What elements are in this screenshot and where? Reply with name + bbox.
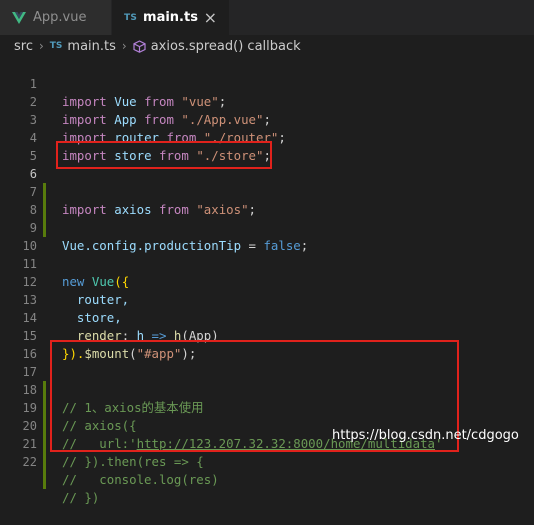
cube-icon bbox=[133, 39, 146, 53]
code-line: 3 import router from "./router"; bbox=[0, 93, 534, 145]
breadcrumb-folder[interactable]: src bbox=[14, 39, 33, 54]
code-line: 15 }).$mount("#app"); bbox=[0, 309, 534, 361]
watermark: https://blog.csdn.net/cdgogo bbox=[332, 428, 519, 443]
breadcrumb-file[interactable]: main.ts bbox=[67, 39, 115, 54]
highlight-box bbox=[56, 141, 272, 169]
code-line: 14 render: h => h(App) bbox=[0, 291, 534, 343]
comment: // }) bbox=[62, 490, 100, 505]
tab-bar-empty-area bbox=[230, 0, 534, 35]
line-number: 22 bbox=[22, 455, 37, 469]
git-added-marker[interactable] bbox=[43, 453, 46, 471]
code-line: 11 new Vue({ bbox=[0, 237, 534, 289]
code-line: 2 import App from "./App.vue"; bbox=[0, 75, 534, 127]
tab-app-vue[interactable]: App.vue bbox=[0, 0, 112, 35]
code-line: 10 bbox=[0, 219, 534, 253]
tab-label: main.ts bbox=[143, 10, 198, 25]
ts-icon: TS bbox=[124, 12, 138, 23]
code-line: 4 import store from "./store"; bbox=[0, 111, 534, 163]
breadcrumb: src › TS main.ts › axios.spread() callba… bbox=[0, 35, 534, 57]
vue-icon bbox=[12, 11, 26, 24]
comment: // console.log(res) bbox=[62, 472, 219, 487]
code-line: 13 store, bbox=[0, 273, 534, 325]
code-editor[interactable]: 1 import Vue from "vue"; 2 import App fr… bbox=[0, 57, 534, 505]
chevron-right-icon: › bbox=[38, 39, 44, 53]
code-line: 1 import Vue from "vue"; bbox=[0, 57, 534, 109]
git-added-marker[interactable] bbox=[43, 471, 46, 489]
breadcrumb-symbol[interactable]: axios.spread() callback bbox=[151, 39, 301, 54]
comment: // }).then(res => { bbox=[62, 454, 204, 469]
chevron-right-icon: › bbox=[121, 39, 127, 53]
close-icon[interactable]: × bbox=[204, 9, 217, 26]
code-line: 12 router, bbox=[0, 255, 534, 307]
code-line: 9 Vue.config.productionTip = false; bbox=[0, 201, 534, 253]
code-line: 8 bbox=[0, 183, 534, 237]
tab-label: App.vue bbox=[33, 10, 87, 25]
ts-icon: TS bbox=[49, 41, 63, 51]
tab-main-ts[interactable]: TS main.ts × bbox=[112, 0, 230, 35]
editor-tab-bar: App.vue TS main.ts × bbox=[0, 0, 534, 35]
